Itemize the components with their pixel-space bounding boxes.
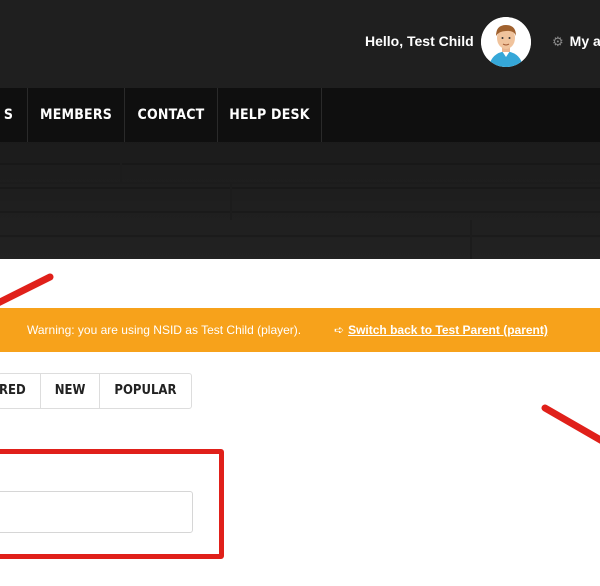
annotation-arrow-right bbox=[541, 404, 600, 444]
annotation-arrow-left bbox=[0, 273, 54, 306]
annotation-arrows bbox=[0, 273, 600, 444]
